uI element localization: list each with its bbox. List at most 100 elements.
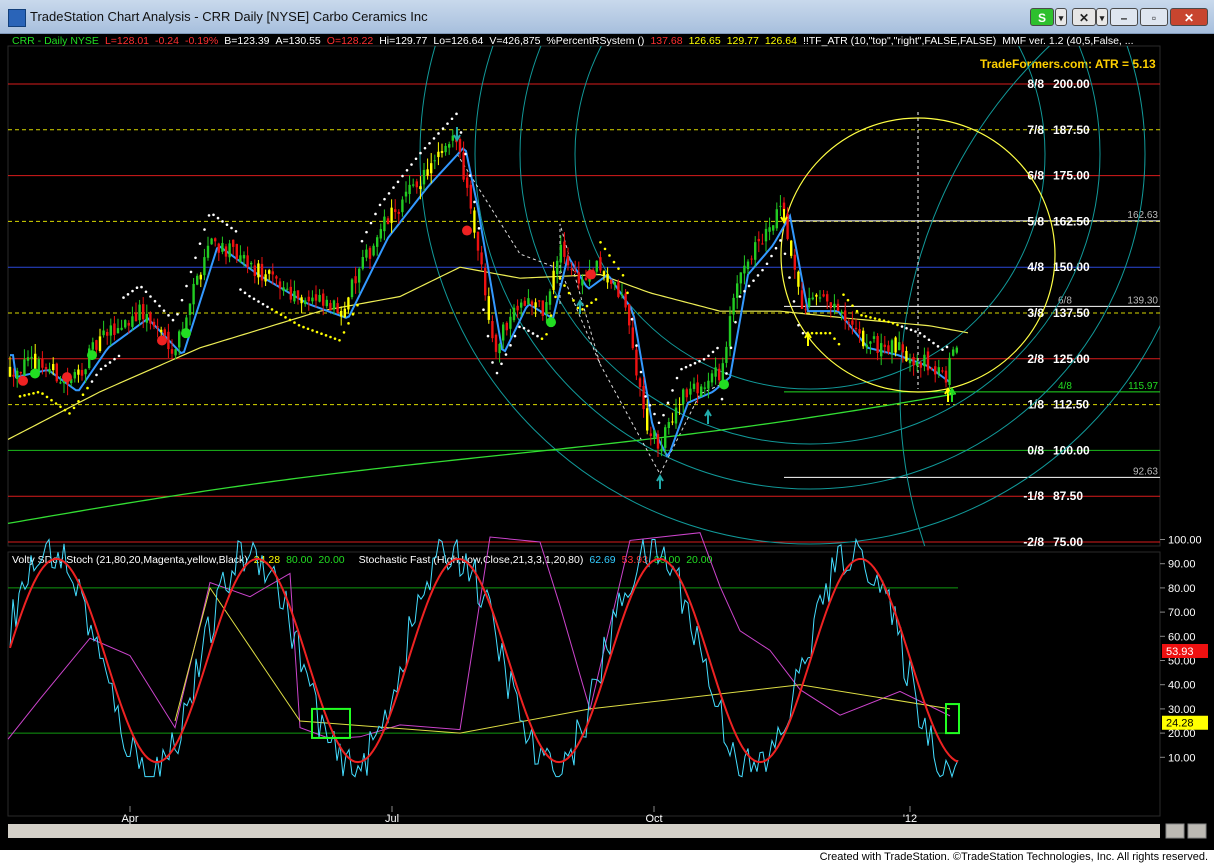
price-bar-body (109, 325, 112, 336)
minimize-button[interactable]: – (1110, 8, 1138, 26)
stop-dot (657, 421, 661, 425)
price-bar-body (602, 271, 606, 276)
signal-dot (586, 269, 596, 280)
price-bar-body (44, 367, 48, 370)
remove-strategy-icon[interactable]: ✕ (1072, 8, 1096, 26)
stop-dot (468, 174, 472, 177)
stop-dot (675, 376, 679, 380)
signal-arrow (948, 387, 956, 402)
price-bar-body (116, 328, 120, 334)
price-bars (8, 129, 958, 457)
price-bar-body (883, 344, 886, 347)
stop-dot (369, 221, 373, 225)
price-bar-body (624, 293, 627, 308)
stop-dot (266, 305, 269, 309)
price-bar-body (113, 323, 116, 335)
footer-text: Created with TradeStation. ©TradeStation… (819, 851, 1208, 863)
price-bar-body (23, 359, 26, 376)
stop-dot (464, 152, 467, 156)
stop-dot (801, 331, 805, 335)
price-chart[interactable]: CRR - Daily NYSE L=128.01 -0.24 -0.19% B=123… (0, 34, 1214, 850)
stop-dot (455, 112, 458, 116)
stop-dot (126, 293, 130, 296)
stop-dot (117, 354, 121, 358)
ref-value: 162.63 (1127, 210, 1158, 221)
stop-dot (441, 127, 445, 130)
price-bar-body (260, 263, 264, 281)
price-bar-body (401, 199, 404, 213)
stop-dot (320, 332, 323, 336)
stop-dot (482, 308, 485, 312)
header-item: L=128.01 (105, 35, 149, 47)
header-item: V=426,875 (489, 35, 540, 47)
price-bar-body (797, 271, 800, 287)
price-bar-body (98, 336, 102, 352)
stop-dot (608, 254, 611, 257)
value-badge-yellow-text: 24.28 (1166, 718, 1194, 730)
stop-dot (77, 400, 80, 403)
header-item: 137.68 (650, 35, 682, 47)
price-bar-body (541, 300, 544, 317)
price-bar-body (390, 207, 393, 223)
price-bar-body (55, 363, 58, 382)
price-bar-body (566, 256, 570, 266)
stop-dot (252, 297, 256, 301)
price-bar-body (152, 321, 156, 327)
price-bar-body (462, 152, 465, 180)
price-bar-body (167, 331, 170, 350)
price-bar-body (322, 293, 325, 306)
stop-dot (176, 313, 179, 316)
price-bar-body (530, 301, 534, 306)
chart-area[interactable]: CRR - Daily NYSE L=128.01 -0.24 -0.19% B=123… (0, 34, 1214, 850)
stop-dot (837, 342, 841, 346)
price-bar-body (934, 366, 937, 375)
murrey-price: 200.00 (1053, 77, 1090, 91)
stop-dot (261, 302, 265, 306)
strategy-button[interactable]: S (1030, 8, 1054, 26)
stop-dot (842, 293, 845, 296)
price-bar-body (649, 433, 652, 437)
price-bar-body (844, 310, 847, 321)
stop-dot (360, 239, 364, 243)
price-bar-body (538, 300, 541, 302)
price-bar-body (325, 299, 328, 307)
signal-dot (87, 350, 97, 361)
stop-dot (306, 327, 310, 331)
price-bar-body (350, 279, 354, 298)
price-bar-body (498, 343, 501, 354)
price-bar-body (826, 294, 829, 302)
price-bar-body (235, 244, 238, 260)
stop-dot (918, 331, 922, 335)
price-bar-body (808, 298, 811, 307)
stop-dot (90, 380, 94, 383)
stop-dot (122, 296, 125, 299)
price-bar-body (412, 184, 415, 186)
stop-dots (18, 112, 949, 425)
stop-dot (212, 213, 215, 217)
stop-dot (545, 332, 548, 336)
remove-dropdown-icon[interactable]: ▾ (1096, 8, 1108, 26)
stop-dot (504, 353, 508, 356)
murrey-label: 1/8 (1027, 398, 1044, 412)
stop-dot (603, 247, 607, 251)
header-item: !!TF_ATR (10,"top","right",FALSE,FALSE) (803, 35, 996, 47)
stop-dot (207, 214, 211, 217)
price-bar-body (340, 310, 343, 317)
stop-dot (644, 395, 647, 398)
price-bar-body (754, 242, 757, 260)
maximize-button[interactable]: ▫ (1140, 8, 1168, 26)
strategy-dropdown-icon[interactable]: ▾ (1055, 8, 1067, 26)
stop-dot (693, 361, 697, 365)
price-bar-body (250, 262, 253, 265)
stop-dot (158, 304, 161, 308)
price-bar-body (610, 279, 613, 284)
app-icon (8, 9, 26, 27)
price-bar-body (710, 373, 714, 383)
stop-dot (941, 348, 944, 351)
stop-dot (576, 306, 580, 310)
stop-dot (567, 291, 571, 295)
close-button[interactable]: ✕ (1170, 8, 1208, 26)
price-bar-body (815, 294, 818, 297)
stop-dot (248, 294, 251, 298)
header-item: Hi=129.77 (379, 35, 427, 47)
